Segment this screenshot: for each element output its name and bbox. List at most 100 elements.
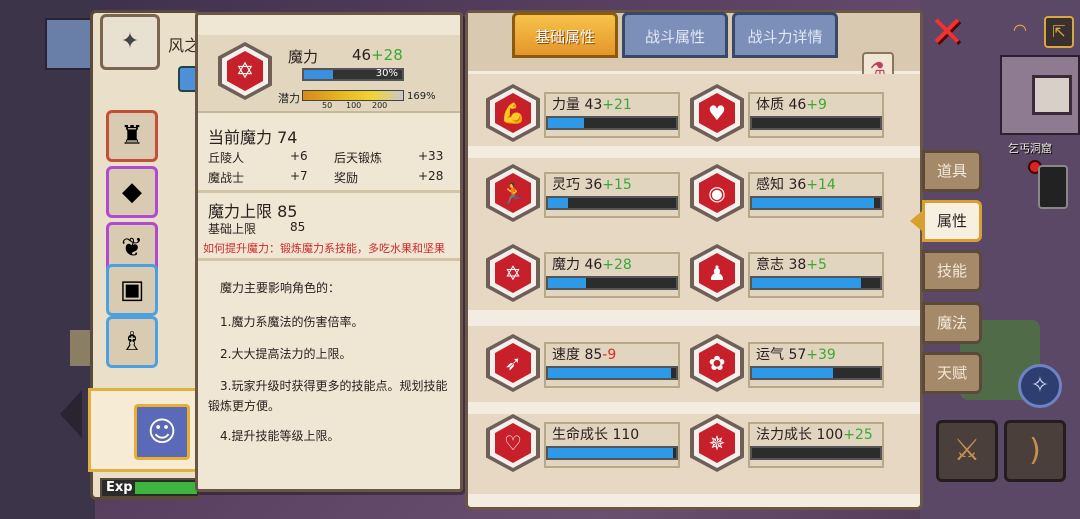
attribute-bar: [750, 196, 882, 210]
robot-slot-icon[interactable]: ♗: [106, 316, 158, 368]
side-tab-pointer: [910, 211, 922, 231]
attribute-bar-fill: [752, 198, 874, 208]
attribute-value: 46: [584, 257, 603, 273]
source-name: 后天锻炼: [334, 151, 383, 165]
attribute-value: 57: [788, 347, 807, 363]
cap-base-label: 基础上限: [208, 222, 257, 236]
cap-base-value: 85: [290, 220, 306, 234]
attribute-value: 36: [788, 177, 807, 193]
source-name: 魔战士: [208, 171, 245, 185]
attribute-bonus: +39: [806, 347, 836, 363]
attribute-name: 速度: [552, 347, 580, 363]
desc-item: 2.大大提高法力的上限。: [220, 347, 352, 361]
attribute-bar: [546, 116, 678, 130]
tab-basic-attributes[interactable]: 基础属性: [512, 12, 618, 58]
attribute-value: 43: [584, 97, 603, 113]
attribute-value: 85: [584, 347, 603, 363]
tab-combat-power-details[interactable]: 战斗力详情: [732, 12, 838, 58]
attribute-bonus: +9: [806, 97, 827, 113]
tooltip-title: 魔力: [288, 48, 319, 66]
bow-icon[interactable]: ): [1004, 420, 1066, 482]
source-value: +28: [418, 169, 444, 183]
eye-icon[interactable]: ◉: [690, 164, 744, 222]
source-name: 丘陵人: [208, 151, 245, 165]
attribute-bar-fill: [548, 198, 569, 208]
tooltip-value: 46+28: [352, 46, 403, 64]
attribute-value: 46: [788, 97, 807, 113]
divider: [198, 258, 460, 261]
wifi-icon: ◠: [1013, 20, 1027, 39]
potential-tick: 200: [372, 101, 388, 110]
attribute-bar-fill: [548, 118, 584, 128]
hexagram-icon: ✡: [218, 42, 272, 100]
attribute-label: 生命成长 110: [552, 424, 639, 444]
attribute-name: 感知: [756, 177, 784, 193]
desc-item: 3.玩家升级时获得更多的技能点。规划技能锻炼更方便。: [208, 379, 448, 413]
attribute-bonus: +21: [602, 97, 632, 113]
sword-icon[interactable]: ⚔: [936, 420, 998, 482]
attribute-label: 体质 46+9: [756, 94, 827, 114]
exp-label: Exp: [106, 480, 133, 495]
attribute-bar-fill: [548, 368, 671, 378]
running-man-icon[interactable]: 🏃: [486, 164, 540, 222]
current-magic-title: 当前魔力 74: [208, 128, 298, 147]
arm-muscle-icon[interactable]: 💪: [486, 84, 540, 142]
attribute-bar: [546, 196, 678, 210]
phone-icon[interactable]: [1038, 165, 1068, 209]
tab-combat-attributes[interactable]: 战斗属性: [622, 12, 728, 58]
body-muscle-icon[interactable]: ♥: [690, 84, 744, 142]
side-tab-skills[interactable]: 技能: [922, 250, 982, 292]
attribute-bar-fill: [548, 278, 587, 288]
map-toggle-button[interactable]: ⇱: [1044, 16, 1074, 48]
skill-orb-icon[interactable]: ✧: [1018, 364, 1062, 408]
attribute-bonus: +25: [843, 427, 873, 443]
attribute-name: 生命成长: [552, 427, 608, 443]
speed-wing-icon[interactable]: ➶: [486, 334, 540, 392]
band-gap: [468, 146, 920, 158]
attribute-bonus: -9: [602, 347, 617, 363]
attribute-bar-fill: [752, 278, 861, 288]
hero-portrait[interactable]: ☺: [134, 404, 190, 460]
desc-item: 4.提升技能等级上限。: [220, 429, 340, 443]
armor-slot-icon[interactable]: ▣: [106, 264, 158, 316]
attribute-bonus: +14: [806, 177, 836, 193]
clover-icon[interactable]: ✿: [690, 334, 744, 392]
attribute-value: 100: [816, 427, 844, 443]
source-value: +6: [290, 149, 308, 163]
potential-tick: 100: [346, 101, 362, 110]
side-tab-talent[interactable]: 天赋: [922, 352, 982, 394]
tooltip-progress-fill: [304, 70, 334, 79]
head-silhouette-icon[interactable]: ♟: [690, 244, 744, 302]
desc-item: 1.魔力系魔法的伤害倍率。: [220, 315, 364, 329]
potential-percent: 169%: [407, 91, 436, 102]
attribute-bar: [546, 366, 678, 380]
heart-icon[interactable]: ♡: [486, 414, 540, 472]
attribute-label: 速度 85-9: [552, 344, 616, 364]
attribute-label: 灵巧 36+15: [552, 174, 632, 194]
left-arrow-icon[interactable]: [60, 390, 82, 438]
ally-portrait-tile: [45, 18, 93, 70]
side-tab-items[interactable]: 道具: [922, 150, 982, 192]
mana-figure-icon[interactable]: ✵: [690, 414, 744, 472]
band-gap: [468, 402, 920, 414]
attribute-bar: [750, 116, 882, 130]
desc-intro: 魔力主要影响角色的：: [220, 281, 341, 295]
attribute-bar-fill: [752, 368, 833, 378]
attribute-name: 力量: [552, 97, 580, 113]
close-icon[interactable]: ✕: [928, 11, 966, 53]
tooltip-progress-bar: 30%: [302, 68, 404, 81]
attribute-name: 灵巧: [552, 177, 580, 193]
attribute-label: 力量 43+21: [552, 94, 632, 114]
potential-tick: 50: [322, 101, 333, 110]
gem-slot-icon[interactable]: ◆: [106, 166, 158, 218]
potential-bar: [302, 90, 404, 101]
minimap-room: [1032, 75, 1072, 115]
attribute-bonus: +28: [602, 257, 632, 273]
side-tab-magic[interactable]: 魔法: [922, 302, 982, 344]
magic-cap-title: 魔力上限 85: [208, 202, 298, 221]
hexagram-icon[interactable]: ✡: [486, 244, 540, 302]
helmet-slot-icon[interactable]: ♜: [106, 110, 158, 162]
attribute-name: 魔力: [552, 257, 580, 273]
side-tab-attributes[interactable]: 属性: [922, 200, 982, 242]
band-gap: [468, 310, 920, 326]
